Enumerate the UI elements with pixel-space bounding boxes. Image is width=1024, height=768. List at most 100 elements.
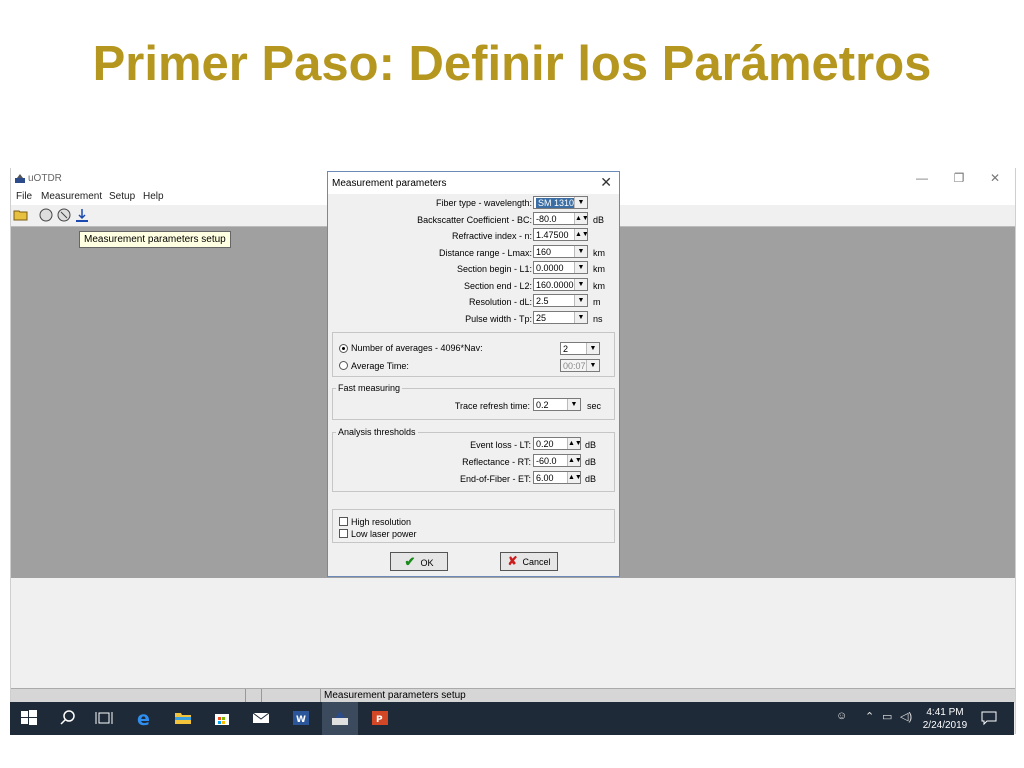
clock-date: 2/24/2019	[922, 720, 968, 731]
volume-icon[interactable]: ◁)	[900, 710, 912, 723]
uotdr-taskbar-icon[interactable]	[330, 708, 350, 728]
end-of-fiber-value: 6.00	[536, 473, 554, 483]
file-explorer-icon[interactable]	[173, 708, 193, 728]
high-resolution-label: High resolution	[351, 517, 412, 527]
low-laser-power-label: Low laser power	[351, 529, 417, 539]
windows-start-icon[interactable]	[20, 709, 38, 727]
ok-button[interactable]: ✔ OK	[390, 552, 448, 571]
dialog-title: Measurement parameters	[332, 178, 447, 189]
cancel-x-icon: ✘	[507, 554, 518, 568]
powerpoint-icon[interactable]: P	[370, 708, 390, 728]
spin-arrows-icon[interactable]: ▲▼	[574, 213, 587, 224]
status-separator	[245, 689, 246, 703]
fast-measuring-title: Fast measuring	[336, 383, 403, 393]
fiber-type-select[interactable]: SM 1310 ▼	[533, 196, 588, 209]
reflectance-input[interactable]: -60.0 ▲▼	[533, 454, 581, 467]
end-of-fiber-input[interactable]: 6.00 ▲▼	[533, 471, 581, 484]
lower-panel	[11, 578, 1015, 688]
store-icon[interactable]	[212, 708, 232, 728]
windows-taskbar: e W P ☺ ⌃ ▭ ◁) 4:41 PM 2/24/2019	[10, 702, 1014, 735]
restore-button[interactable]: ❐	[951, 171, 967, 185]
resolution-unit: m	[593, 297, 601, 307]
reflectance-label: Reflectance - RT:	[462, 457, 531, 467]
event-loss-label: Event loss - LT:	[470, 440, 531, 450]
word-icon[interactable]: W	[291, 708, 311, 728]
section-begin-unit: km	[593, 264, 605, 274]
edge-browser-icon[interactable]: e	[134, 708, 154, 728]
menu-help[interactable]: Help	[143, 191, 164, 202]
checkmark-icon: ✔	[404, 554, 416, 569]
refractive-input[interactable]: 1.47500 ▲▼	[533, 228, 588, 241]
clock-time: 4:41 PM	[926, 707, 964, 718]
stop-measure-icon[interactable]	[56, 207, 72, 223]
section-begin-select[interactable]: 0.0000 ▼	[533, 261, 588, 274]
dropdown-arrow-icon[interactable]: ▼	[574, 312, 587, 323]
averages-value: 2	[563, 344, 569, 354]
spin-arrows-icon[interactable]: ▲▼	[574, 229, 587, 240]
resolution-value: 2.5	[536, 296, 549, 306]
distance-select[interactable]: 160 ▼	[533, 245, 588, 258]
trace-refresh-select[interactable]: 0.2 ▼	[533, 398, 581, 411]
averages-select[interactable]: 2 ▼	[560, 342, 600, 355]
number-of-averages-label: Number of averages - 4096*Nav:	[351, 343, 483, 353]
app-title: uOTDR	[28, 173, 62, 184]
average-time-select[interactable]: 00:07 ▼	[560, 359, 600, 372]
average-time-radio[interactable]	[339, 361, 348, 370]
dropdown-arrow-icon[interactable]: ▼	[574, 262, 587, 273]
action-center-icon[interactable]	[980, 709, 998, 727]
analysis-thresholds-title: Analysis thresholds	[336, 427, 418, 437]
spin-arrows-icon[interactable]: ▲▼	[567, 455, 580, 466]
start-measure-icon[interactable]	[38, 207, 54, 223]
dropdown-arrow-icon[interactable]: ▼	[574, 279, 587, 290]
people-icon[interactable]: ☺	[836, 710, 847, 722]
spin-arrows-icon[interactable]: ▲▼	[567, 472, 580, 483]
minimize-button[interactable]: —	[914, 171, 930, 185]
dropdown-arrow-icon[interactable]: ▼	[574, 197, 587, 208]
pulse-width-value: 25	[536, 313, 547, 323]
event-loss-input[interactable]: 0.20 ▲▼	[533, 437, 581, 450]
dropdown-arrow-icon[interactable]: ▼	[586, 360, 599, 371]
measurement-parameters-dialog: Measurement parameters ✕ Fiber type - wa…	[327, 171, 620, 577]
resolution-label: Resolution - dL:	[468, 297, 532, 307]
section-end-value: 160.0000	[536, 280, 574, 290]
backscatter-value: -80.0	[536, 214, 557, 224]
close-window-button[interactable]: ✕	[987, 171, 1003, 185]
high-resolution-checkbox[interactable]	[339, 517, 348, 526]
section-begin-value: 0.0000	[536, 263, 564, 273]
section-end-unit: km	[593, 281, 605, 291]
resolution-select[interactable]: 2.5 ▼	[533, 294, 588, 307]
network-icon[interactable]: ▭	[882, 710, 892, 723]
spin-arrows-icon[interactable]: ▲▼	[567, 438, 580, 449]
search-icon[interactable]	[58, 708, 78, 728]
svg-text:P: P	[376, 715, 383, 725]
mail-icon[interactable]	[251, 708, 271, 728]
dropdown-arrow-icon[interactable]: ▼	[574, 295, 587, 306]
show-hidden-icons-icon[interactable]: ⌃	[865, 710, 874, 723]
menu-setup[interactable]: Setup	[109, 191, 135, 202]
dropdown-arrow-icon[interactable]: ▼	[574, 246, 587, 257]
system-clock[interactable]: 4:41 PM 2/24/2019	[920, 706, 970, 732]
section-end-select[interactable]: 160.0000 ▼	[533, 278, 588, 291]
backscatter-unit: dB	[593, 215, 605, 225]
status-text: Measurement parameters setup	[324, 690, 466, 701]
svg-text:e: e	[137, 708, 150, 728]
menu-measurement[interactable]: Measurement	[41, 191, 102, 202]
dropdown-arrow-icon[interactable]: ▼	[586, 343, 599, 354]
cancel-button[interactable]: ✘ Cancel	[500, 552, 558, 571]
parameters-setup-icon[interactable]	[74, 207, 90, 223]
average-time-label: Average Time:	[351, 361, 409, 371]
number-of-averages-radio[interactable]	[339, 344, 348, 353]
low-laser-power-checkbox[interactable]	[339, 529, 348, 538]
menu-file[interactable]: File	[16, 191, 32, 202]
backscatter-input[interactable]: -80.0 ▲▼	[533, 212, 588, 225]
event-loss-value: 0.20	[536, 439, 554, 449]
otdr-app-icon	[15, 174, 25, 183]
dialog-close-button[interactable]: ✕	[600, 174, 612, 191]
pulse-width-select[interactable]: 25 ▼	[533, 311, 588, 324]
dropdown-arrow-icon[interactable]: ▼	[567, 399, 580, 410]
open-folder-icon[interactable]	[13, 207, 29, 223]
task-view-icon[interactable]	[94, 708, 114, 728]
dialog-titlebar: Measurement parameters ✕	[328, 172, 619, 194]
cancel-label: Cancel	[522, 557, 551, 567]
backscatter-label: Backscatter Coefficient - BC:	[417, 215, 532, 225]
